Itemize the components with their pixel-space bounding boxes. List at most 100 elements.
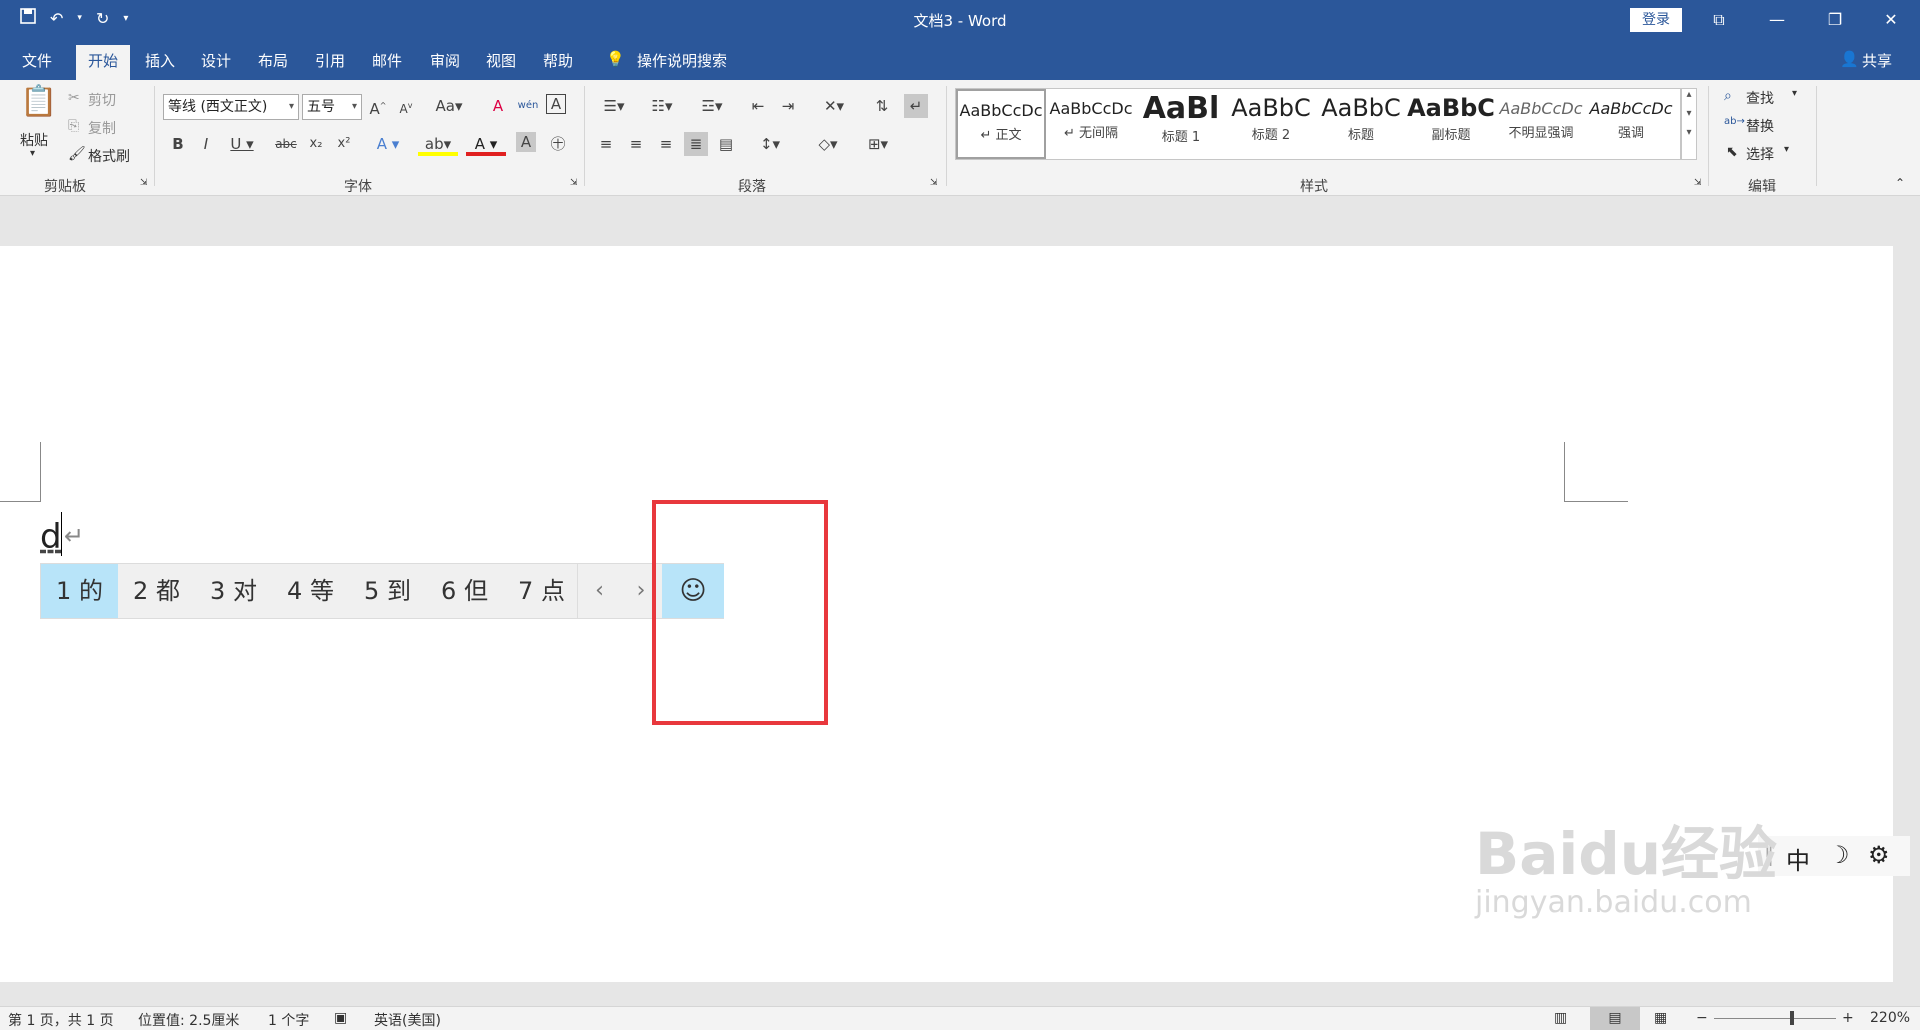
zoom-in-icon[interactable]: + <box>1842 1010 1854 1026</box>
chevron-down-icon[interactable]: ▾ <box>1682 108 1696 119</box>
ime-candidate[interactable]: 4 等 <box>272 564 349 618</box>
zoom-level[interactable]: 220% <box>1870 1010 1910 1026</box>
bullets-icon[interactable]: ☰▾ <box>594 94 634 118</box>
print-layout-icon[interactable]: ▤ <box>1590 1007 1640 1030</box>
style-heading-2[interactable]: AaBbC 标题 2 <box>1226 89 1316 159</box>
styles-scroll[interactable]: ▴ ▾ ▾ <box>1681 88 1697 160</box>
chevron-up-icon[interactable]: ▴ <box>1682 89 1696 100</box>
chevron-down-icon[interactable]: ▾ <box>30 148 35 159</box>
style-normal[interactable]: AaBbCcDc ↵ 正文 <box>956 89 1046 159</box>
ime-mode-toggle[interactable]: 中 <box>1786 841 1810 876</box>
ime-candidate[interactable]: 5 到 <box>349 564 426 618</box>
vertical-position[interactable]: 位置值: 2.5厘米 <box>138 1010 239 1030</box>
zoom-slider-thumb[interactable] <box>1790 1011 1794 1025</box>
dialog-launcher-icon[interactable]: ⇲ <box>1694 178 1702 188</box>
tab-view[interactable]: 视图 <box>486 50 516 71</box>
tab-mailings[interactable]: 邮件 <box>372 50 402 71</box>
tell-me-search[interactable]: 操作说明搜索 <box>637 50 727 71</box>
tab-home[interactable]: 开始 <box>76 45 131 80</box>
chinese-layout-icon[interactable]: ✕▾ <box>814 94 854 118</box>
style-heading-1[interactable]: AaBl 标题 1 <box>1136 89 1226 159</box>
shrink-font-icon[interactable]: Av <box>394 94 418 118</box>
line-spacing-icon[interactable]: ↕▾ <box>752 132 788 156</box>
style-subtle-emphasis[interactable]: AaBbCcDc 不明显强调 <box>1496 89 1586 159</box>
minimize-icon[interactable]: — <box>1748 0 1806 40</box>
multilevel-list-icon[interactable]: ☲▾ <box>692 94 732 118</box>
chevron-down-icon[interactable]: ▾ <box>1792 88 1797 99</box>
align-left-icon[interactable]: ≡ <box>594 132 618 156</box>
ime-candidate[interactable]: 3 对 <box>195 564 272 618</box>
decrease-indent-icon[interactable]: ⇤ <box>746 94 770 118</box>
restore-icon[interactable]: ❐ <box>1806 0 1864 40</box>
paste-icon[interactable]: 📋 <box>20 87 57 130</box>
align-right-icon[interactable]: ≡ <box>654 132 678 156</box>
tab-review[interactable]: 审阅 <box>430 50 460 71</box>
read-mode-icon[interactable]: ▥ <box>1554 1010 1567 1026</box>
numbering-icon[interactable]: ☷▾ <box>642 94 682 118</box>
more-styles-icon[interactable]: ▾ <box>1682 127 1696 138</box>
text-effects-icon[interactable]: A ▾ <box>370 132 406 156</box>
zoom-out-icon[interactable]: − <box>1696 1010 1708 1026</box>
clear-formatting-icon[interactable]: A <box>486 94 510 118</box>
ime-candidate[interactable]: 2 都 <box>118 564 195 618</box>
distributed-icon[interactable]: ▤ <box>714 132 738 156</box>
gear-icon[interactable]: ⚙ <box>1868 841 1890 869</box>
italic-icon[interactable]: I <box>194 132 218 156</box>
tab-layout[interactable]: 布局 <box>258 50 288 71</box>
phonetic-guide-icon[interactable]: wén <box>516 94 540 118</box>
page-count[interactable]: 第 1 页，共 1 页 <box>8 1010 114 1030</box>
zoom-slider[interactable] <box>1714 1018 1836 1019</box>
word-count[interactable]: 1 个字 <box>268 1010 309 1030</box>
tab-help[interactable]: 帮助 <box>543 50 573 71</box>
shading-icon[interactable]: ◇▾ <box>808 132 848 156</box>
proofing-icon[interactable]: ▣ <box>334 1010 347 1026</box>
tab-references[interactable]: 引用 <box>315 50 345 71</box>
bold-icon[interactable]: B <box>166 132 190 156</box>
dialog-launcher-icon[interactable]: ⇲ <box>140 178 148 188</box>
show-marks-icon[interactable]: ↵ <box>904 94 928 118</box>
paste-button[interactable]: 粘贴 <box>20 130 48 150</box>
web-layout-icon[interactable]: ▦ <box>1654 1010 1667 1026</box>
copy-button[interactable]: 复制 <box>88 118 116 138</box>
increase-indent-icon[interactable]: ⇥ <box>776 94 800 118</box>
close-icon[interactable]: ✕ <box>1862 0 1920 40</box>
justify-icon[interactable]: ≣ <box>684 132 708 156</box>
tab-insert[interactable]: 插入 <box>145 50 175 71</box>
highlight-color-icon[interactable]: ab▾ <box>418 132 458 156</box>
character-border-icon[interactable]: A <box>546 94 566 114</box>
format-painter-button[interactable]: 格式刷 <box>88 146 130 166</box>
underline-icon[interactable]: U ▾ <box>224 132 260 156</box>
style-title[interactable]: AaBbC 标题 <box>1316 89 1406 159</box>
chevron-left-icon[interactable]: ‹ <box>577 564 621 618</box>
grow-font-icon[interactable]: A^ <box>366 94 390 118</box>
language-indicator[interactable]: 英语(美国) <box>374 1010 441 1030</box>
sort-icon[interactable]: ⇅ <box>870 94 894 118</box>
collapse-ribbon-icon[interactable]: ⌃ <box>1895 176 1905 190</box>
superscript-icon[interactable]: x² <box>332 132 356 156</box>
tab-design[interactable]: 设计 <box>201 50 231 71</box>
share-button[interactable]: 共享 <box>1862 50 1892 71</box>
select-button[interactable]: 选择 <box>1746 144 1774 164</box>
style-no-spacing[interactable]: AaBbCcDc ↵ 无间隔 <box>1046 89 1136 159</box>
font-size-dropdown[interactable]: 五号 ▾ <box>302 94 362 120</box>
ribbon-display-options-icon[interactable]: ⧉ <box>1690 0 1748 40</box>
chevron-down-icon[interactable]: ▾ <box>1784 144 1789 155</box>
subscript-icon[interactable]: x₂ <box>304 132 328 156</box>
login-button[interactable]: 登录 <box>1630 8 1682 32</box>
cut-button[interactable]: 剪切 <box>88 90 116 110</box>
font-name-dropdown[interactable]: 等线 (西文正文) ▾ <box>163 94 299 120</box>
strikethrough-icon[interactable]: abc <box>274 132 298 156</box>
style-emphasis[interactable]: AaBbCcDc 强调 <box>1586 89 1676 159</box>
align-center-icon[interactable]: ≡ <box>624 132 648 156</box>
dialog-launcher-icon[interactable]: ⇲ <box>930 178 938 188</box>
replace-button[interactable]: 替换 <box>1746 116 1774 136</box>
ime-candidate[interactable]: 6 但 <box>426 564 503 618</box>
dialog-launcher-icon[interactable]: ⇲ <box>570 178 578 188</box>
ime-candidate[interactable]: 7 点 <box>503 564 580 618</box>
change-case-icon[interactable]: Aa▾ <box>432 94 466 118</box>
style-subtitle[interactable]: AaBbC 副标题 <box>1406 89 1496 159</box>
font-color-icon[interactable]: A ▾ <box>466 132 506 156</box>
half-width-icon[interactable]: ☽ <box>1828 841 1850 869</box>
find-button[interactable]: 查找 <box>1746 88 1774 108</box>
tab-file[interactable]: 文件 <box>22 50 52 71</box>
